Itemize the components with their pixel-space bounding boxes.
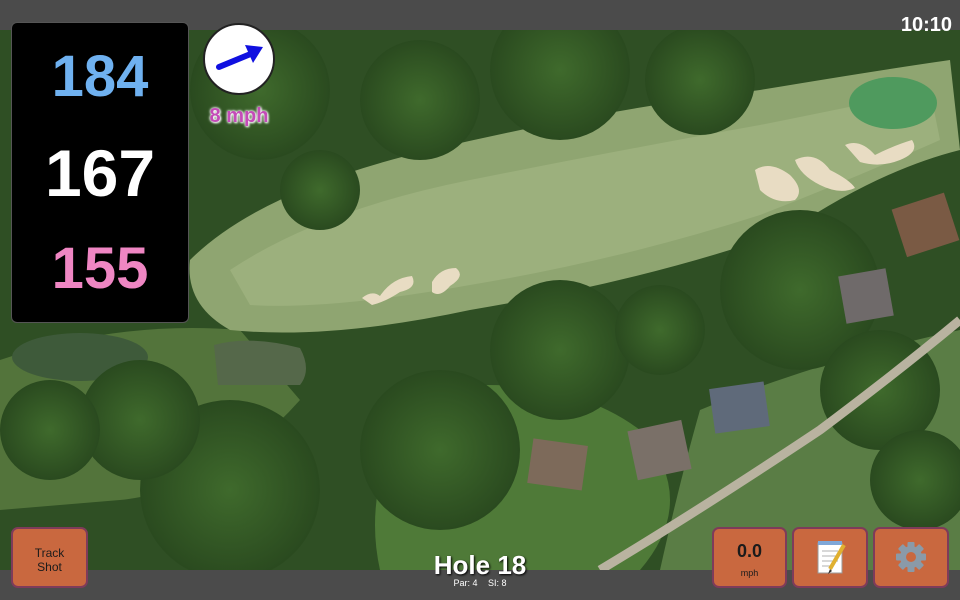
wind-speed: 8 mph — [209, 105, 269, 127]
shot-speed-button[interactable]: 0.0 mph — [712, 527, 787, 588]
hole-stroke-index: SI: 8 — [488, 578, 507, 588]
notes-button[interactable] — [792, 527, 868, 588]
hole-title: Hole 18 — [433, 550, 527, 580]
settings-button[interactable] — [873, 527, 949, 588]
middle-yardage: 167 — [44, 136, 156, 210]
front-yardage: 155 — [51, 236, 149, 301]
wind-direction-arrow-icon — [216, 45, 263, 70]
track-shot-label-line1: Track — [34, 546, 65, 560]
wind-indicator — [203, 23, 275, 95]
track-shot-label-line2: Shot — [37, 560, 62, 574]
hole-par: Par: 4 — [453, 578, 478, 588]
hole-info: Par: 4 SI: 8 — [380, 578, 580, 588]
notepad-icon — [817, 541, 846, 574]
track-shot-button[interactable]: Track Shot — [11, 527, 88, 588]
gear-icon — [896, 542, 926, 572]
yardage-panel: 184 167 155 — [11, 22, 189, 323]
speed-unit: mph — [740, 568, 759, 578]
clock-time: 10:10 — [900, 14, 952, 36]
speed-value: 0.0 — [736, 541, 763, 561]
back-yardage: 184 — [51, 44, 149, 109]
